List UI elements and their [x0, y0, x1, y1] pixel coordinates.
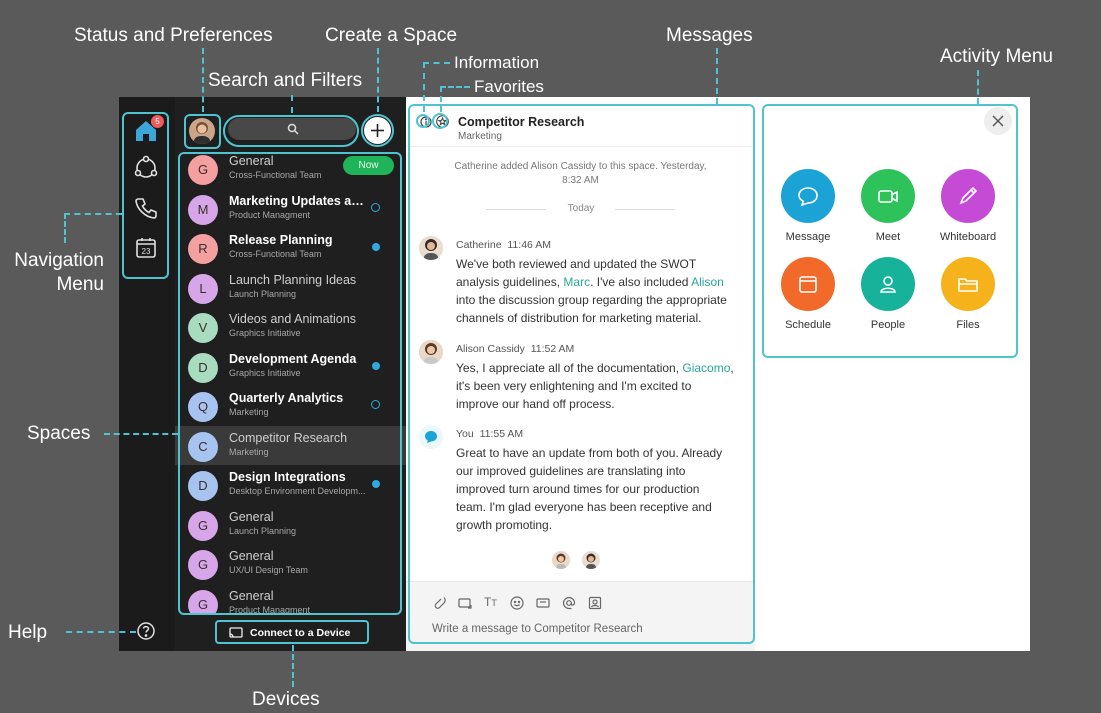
highlight-spaces — [178, 152, 402, 615]
annotation-messages: Messages — [666, 25, 753, 46]
annotation-navigation-line1: Navigation — [14, 250, 104, 271]
connector-information-h — [423, 62, 450, 64]
highlight-create — [361, 114, 394, 147]
annotation-help: Help — [8, 622, 48, 643]
connector-favorites-h — [440, 86, 470, 88]
annotation-navigation-line2: Menu — [56, 274, 104, 295]
connector-navigation-h — [64, 213, 122, 215]
connector-help — [66, 631, 136, 633]
annotation-information: Information — [454, 53, 540, 72]
highlight-messages — [408, 104, 755, 644]
annotation-search: Search and Filters — [208, 70, 363, 91]
help-icon[interactable] — [136, 621, 156, 641]
highlight-activity — [762, 104, 1018, 358]
connector-information-v — [423, 62, 425, 112]
annotation-status: Status and Preferences — [74, 25, 273, 46]
annotation-devices: Devices — [252, 689, 320, 710]
annotation-create: Create a Space — [325, 25, 458, 46]
connector-spaces — [104, 433, 178, 435]
highlight-search — [223, 115, 359, 147]
annotation-spaces: Spaces — [27, 423, 91, 444]
connector-messages — [716, 48, 718, 104]
connector-activity — [977, 70, 979, 104]
annotation-navigation: Navigation Menu — [6, 249, 104, 297]
highlight-devices — [215, 620, 369, 644]
annotation-activity: Activity Menu — [940, 46, 1053, 67]
connector-favorites-v — [440, 86, 442, 112]
connector-devices — [292, 645, 294, 687]
connector-create — [377, 48, 379, 112]
highlight-navigation — [122, 112, 169, 279]
annotation-favorites: Favorites — [474, 77, 544, 96]
connector-navigation-v — [64, 213, 66, 243]
connector-status — [202, 48, 204, 112]
highlight-status — [184, 114, 221, 149]
connector-search — [291, 95, 293, 113]
